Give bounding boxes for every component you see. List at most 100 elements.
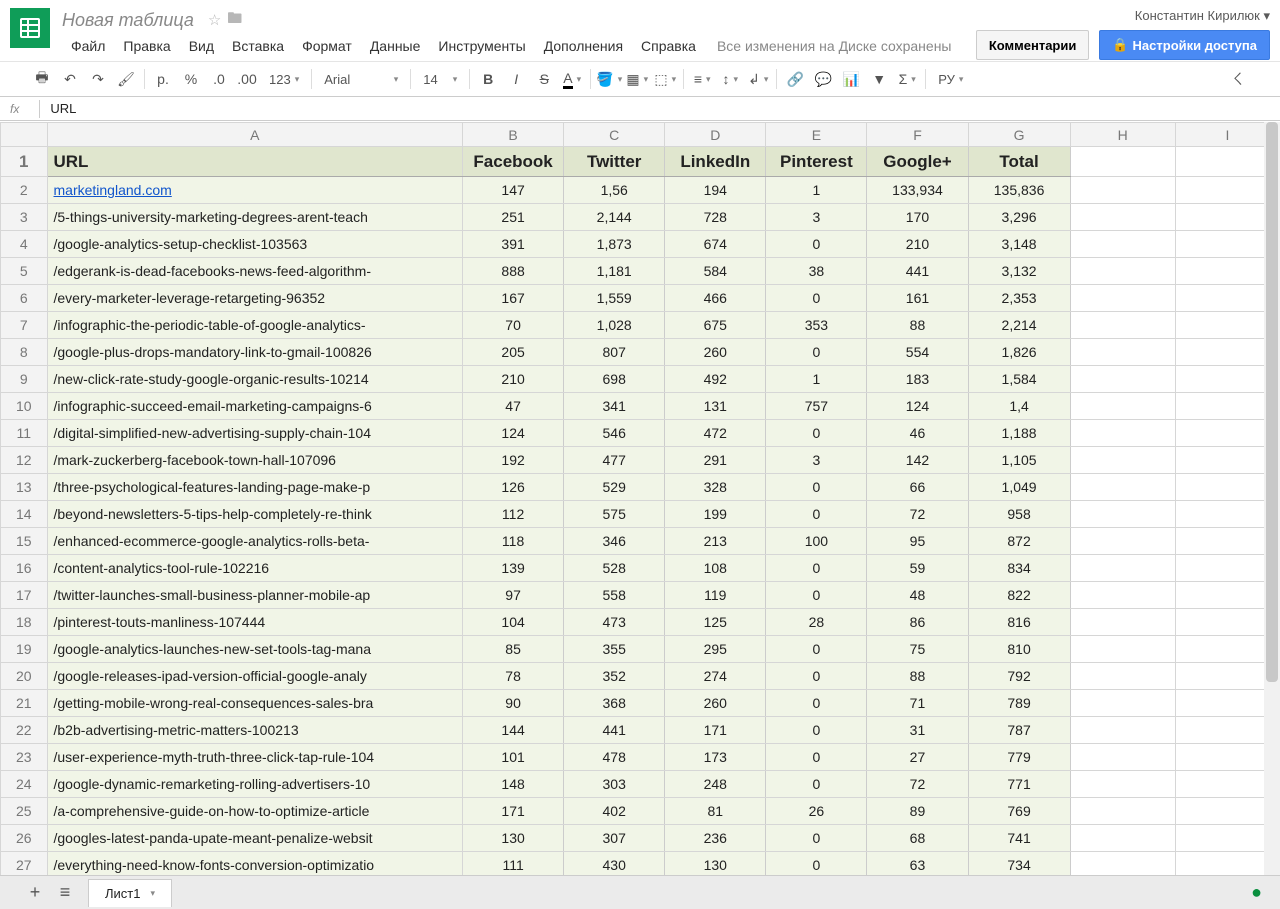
cell[interactable]: 205 [463, 339, 564, 366]
cell[interactable]: 59 [867, 555, 968, 582]
cell[interactable]: 194 [665, 177, 766, 204]
cell[interactable]: 341 [564, 393, 665, 420]
cell[interactable]: 38 [766, 258, 867, 285]
doc-title[interactable]: Новая таблица [62, 10, 194, 31]
row-header[interactable]: 5 [1, 258, 48, 285]
col-header-A[interactable]: A [47, 123, 463, 147]
col-header-B[interactable]: B [463, 123, 564, 147]
cell[interactable]: 3 [766, 447, 867, 474]
cell[interactable]: 558 [564, 582, 665, 609]
cell[interactable]: Facebook [463, 147, 564, 177]
cell[interactable]: 0 [766, 501, 867, 528]
cell[interactable]: 728 [665, 204, 766, 231]
font-menu[interactable]: Arial▾ [316, 66, 406, 92]
cell[interactable]: 3 [766, 204, 867, 231]
percent-button[interactable]: % [177, 66, 205, 92]
cell[interactable]: /google-releases-ipad-version-official-g… [47, 663, 463, 690]
cell[interactable]: 477 [564, 447, 665, 474]
menu-tools[interactable]: Инструменты [429, 38, 534, 54]
row-header[interactable]: 12 [1, 447, 48, 474]
cell[interactable]: 787 [968, 717, 1070, 744]
cell[interactable]: 3,148 [968, 231, 1070, 258]
menu-help[interactable]: Справка [632, 38, 705, 54]
cell[interactable]: /digital-simplified-new-advertising-supp… [47, 420, 463, 447]
bold-button[interactable]: B [474, 66, 502, 92]
cell[interactable]: 1,028 [564, 312, 665, 339]
cell[interactable] [1070, 717, 1175, 744]
cell[interactable]: 789 [968, 690, 1070, 717]
cell[interactable]: 810 [968, 636, 1070, 663]
dec-decrease-button[interactable]: .0 [205, 66, 233, 92]
row-header[interactable]: 24 [1, 771, 48, 798]
cell[interactable]: 68 [867, 825, 968, 852]
cell[interactable]: 88 [867, 312, 968, 339]
cell[interactable]: 822 [968, 582, 1070, 609]
collapse-toolbar-icon[interactable]: ㄑ [1224, 66, 1252, 92]
cell[interactable]: 816 [968, 609, 1070, 636]
cell[interactable]: Google+ [867, 147, 968, 177]
cell[interactable]: 133,934 [867, 177, 968, 204]
row-header[interactable]: 18 [1, 609, 48, 636]
cell[interactable]: /enhanced-ecommerce-google-analytics-rol… [47, 528, 463, 555]
cell[interactable]: 112 [463, 501, 564, 528]
cell[interactable]: 0 [766, 663, 867, 690]
cell[interactable]: 85 [463, 636, 564, 663]
cell[interactable] [1070, 285, 1175, 312]
cell[interactable]: 2,353 [968, 285, 1070, 312]
cell[interactable]: 70 [463, 312, 564, 339]
print-icon[interactable]: 🖶 [28, 66, 56, 92]
cell[interactable]: 47 [463, 393, 564, 420]
select-all-cell[interactable] [1, 123, 48, 147]
cell[interactable]: 88 [867, 663, 968, 690]
cell[interactable]: 28 [766, 609, 867, 636]
cell[interactable]: 888 [463, 258, 564, 285]
row-header[interactable]: 21 [1, 690, 48, 717]
cell[interactable]: 236 [665, 825, 766, 852]
cell[interactable]: 161 [867, 285, 968, 312]
cell[interactable]: 353 [766, 312, 867, 339]
cell[interactable]: 144 [463, 717, 564, 744]
cell[interactable]: 118 [463, 528, 564, 555]
cell[interactable]: 108 [665, 555, 766, 582]
cell[interactable]: 575 [564, 501, 665, 528]
row-header[interactable]: 2 [1, 177, 48, 204]
cell[interactable]: 1,4 [968, 393, 1070, 420]
cell[interactable]: 192 [463, 447, 564, 474]
fill-color-button[interactable]: 🪣▾ [595, 66, 623, 92]
cell[interactable]: 303 [564, 771, 665, 798]
cell[interactable] [1070, 147, 1175, 177]
row-header[interactable]: 26 [1, 825, 48, 852]
cell[interactable]: 0 [766, 744, 867, 771]
row-header[interactable]: 25 [1, 798, 48, 825]
cell[interactable]: 251 [463, 204, 564, 231]
row-header[interactable]: 22 [1, 717, 48, 744]
cell[interactable]: 391 [463, 231, 564, 258]
cell[interactable]: 430 [564, 852, 665, 876]
col-header-G[interactable]: G [968, 123, 1070, 147]
cell[interactable] [1070, 474, 1175, 501]
all-sheets-button[interactable]: ≡ [50, 879, 80, 907]
cell[interactable]: 0 [766, 717, 867, 744]
user-menu[interactable]: Константин Кирилюк ▾ [1135, 8, 1270, 24]
cell[interactable]: 89 [867, 798, 968, 825]
vertical-scrollbar[interactable] [1264, 122, 1280, 875]
cell[interactable]: 546 [564, 420, 665, 447]
cell[interactable]: /google-analytics-launches-new-set-tools… [47, 636, 463, 663]
cell[interactable]: /a-comprehensive-guide-on-how-to-optimiz… [47, 798, 463, 825]
cell[interactable]: 131 [665, 393, 766, 420]
cell[interactable]: 0 [766, 825, 867, 852]
cell[interactable]: 1 [766, 177, 867, 204]
cell[interactable]: 0 [766, 852, 867, 876]
cell[interactable]: 834 [968, 555, 1070, 582]
cell[interactable]: 63 [867, 852, 968, 876]
menu-insert[interactable]: Вставка [223, 38, 293, 54]
cell[interactable]: 124 [463, 420, 564, 447]
star-icon[interactable]: ☆ [208, 11, 221, 29]
cell[interactable]: 31 [867, 717, 968, 744]
share-button[interactable]: 🔒Настройки доступа [1099, 30, 1270, 60]
cell[interactable]: 872 [968, 528, 1070, 555]
cell[interactable]: 248 [665, 771, 766, 798]
cell[interactable]: /pinterest-touts-manliness-107444 [47, 609, 463, 636]
functions-button[interactable]: Σ▾ [893, 66, 921, 92]
cell[interactable]: 674 [665, 231, 766, 258]
